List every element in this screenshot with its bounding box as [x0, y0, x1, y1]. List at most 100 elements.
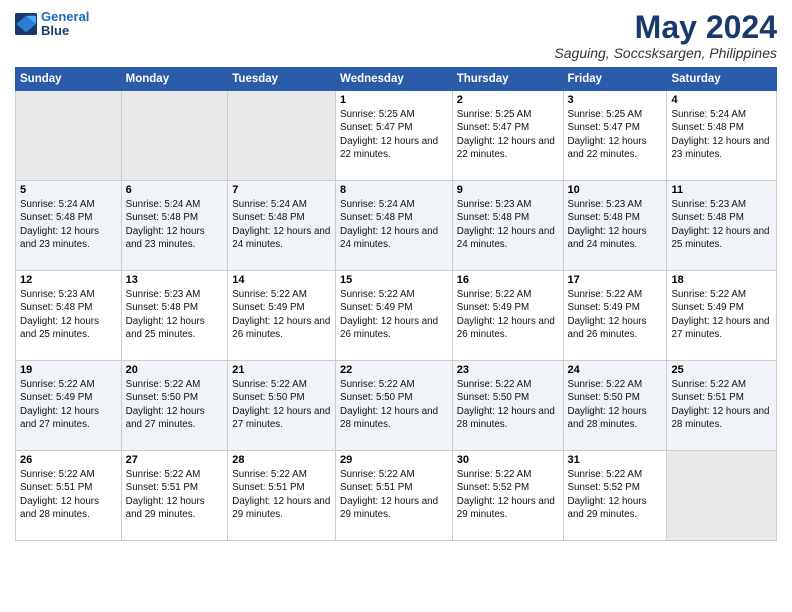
- day-info: Sunrise: 5:23 AMSunset: 5:48 PMDaylight:…: [671, 198, 772, 251]
- day-info: Sunrise: 5:24 AMSunset: 5:48 PMDaylight:…: [671, 108, 772, 161]
- column-header-friday: Friday: [563, 68, 667, 91]
- logo-text: General Blue: [41, 10, 89, 39]
- calendar-cell: 17Sunrise: 5:22 AMSunset: 5:49 PMDayligh…: [563, 271, 667, 361]
- day-number: 18: [671, 274, 772, 286]
- day-number: 30: [457, 454, 559, 466]
- calendar-cell: 21 Sunrise: 5:22 AMSunset: 5:50 PMDayligh…: [228, 361, 336, 451]
- calendar-week-row: 12 Sunrise: 5:23 AMSunset: 5:48 PMDayligh…: [16, 271, 777, 361]
- day-info: Sunrise: 5:22 AMSunset: 5:51 PMDaylight:…: [126, 468, 224, 521]
- day-number: 25: [671, 364, 772, 376]
- calendar-cell: 8 Sunrise: 5:24 AMSunset: 5:48 PMDaylight…: [336, 181, 453, 271]
- calendar-cell: 23 Sunrise: 5:22 AMSunset: 5:50 PMDayligh…: [452, 361, 563, 451]
- day-number: 26: [20, 454, 117, 466]
- calendar-cell: 28 Sunrise: 5:22 AMSunset: 5:51 PMDayligh…: [228, 451, 336, 541]
- day-number: 16: [457, 274, 559, 286]
- day-number: 28: [232, 454, 331, 466]
- logo-icon: [15, 13, 37, 35]
- calendar-cell: 30 Sunrise: 5:22 AMSunset: 5:52 PMDayligh…: [452, 451, 563, 541]
- page: General Blue May 2024 Saguing, Soccsksar…: [0, 0, 792, 551]
- day-number: 21: [232, 364, 331, 376]
- calendar-cell: 18 Sunrise: 5:22 AMSunset: 5:49 PMDayligh…: [667, 271, 777, 361]
- calendar-cell: 22Sunrise: 5:22 AMSunset: 5:50 PMDayligh…: [336, 361, 453, 451]
- calendar-cell: 1Sunrise: 5:25 AMSunset: 5:47 PMDaylight…: [336, 91, 453, 181]
- day-info: Sunrise: 5:24 AMSunset: 5:48 PMDaylight:…: [340, 198, 448, 251]
- day-info: Sunrise: 5:22 AMSunset: 5:49 PMDaylight:…: [340, 288, 448, 341]
- day-number: 13: [126, 274, 224, 286]
- day-info: Sunrise: 5:22 AMSunset: 5:51 PMDaylight:…: [671, 378, 772, 431]
- subtitle: Saguing, Soccsksargen, Philippines: [554, 45, 777, 61]
- column-header-tuesday: Tuesday: [228, 68, 336, 91]
- calendar-cell: 15 Sunrise: 5:22 AMSunset: 5:49 PMDayligh…: [336, 271, 453, 361]
- day-info: Sunrise: 5:25 AMSunset: 5:47 PMDaylight:…: [568, 108, 663, 161]
- day-number: 23: [457, 364, 559, 376]
- calendar-week-row: 1Sunrise: 5:25 AMSunset: 5:47 PMDaylight…: [16, 91, 777, 181]
- calendar-cell: 16 Sunrise: 5:22 AMSunset: 5:49 PMDayligh…: [452, 271, 563, 361]
- calendar-cell: 6 Sunrise: 5:24 AMSunset: 5:48 PMDaylight…: [121, 181, 228, 271]
- day-number: 17: [568, 274, 663, 286]
- day-info: Sunrise: 5:22 AMSunset: 5:50 PMDaylight:…: [457, 378, 559, 431]
- day-info: Sunrise: 5:22 AMSunset: 5:50 PMDaylight:…: [126, 378, 224, 431]
- day-number: 3: [568, 94, 663, 106]
- day-info: Sunrise: 5:25 AMSunset: 5:47 PMDaylight:…: [340, 108, 448, 161]
- column-header-saturday: Saturday: [667, 68, 777, 91]
- day-info: Sunrise: 5:22 AMSunset: 5:50 PMDaylight:…: [232, 378, 331, 431]
- calendar-week-row: 5 Sunrise: 5:24 AMSunset: 5:48 PMDaylight…: [16, 181, 777, 271]
- calendar-cell: 26Sunrise: 5:22 AMSunset: 5:51 PMDayligh…: [16, 451, 122, 541]
- day-number: 15: [340, 274, 448, 286]
- day-info: Sunrise: 5:23 AMSunset: 5:48 PMDaylight:…: [20, 288, 117, 341]
- day-number: 24: [568, 364, 663, 376]
- calendar-cell: 19Sunrise: 5:22 AMSunset: 5:49 PMDayligh…: [16, 361, 122, 451]
- column-header-sunday: Sunday: [16, 68, 122, 91]
- title-block: May 2024 Saguing, Soccsksargen, Philippi…: [554, 10, 777, 61]
- calendar-cell: 12 Sunrise: 5:23 AMSunset: 5:48 PMDayligh…: [16, 271, 122, 361]
- main-title: May 2024: [554, 10, 777, 45]
- day-info: Sunrise: 5:24 AMSunset: 5:48 PMDaylight:…: [20, 198, 117, 251]
- calendar-cell: 4 Sunrise: 5:24 AMSunset: 5:48 PMDaylight…: [667, 91, 777, 181]
- calendar-cell: 11 Sunrise: 5:23 AMSunset: 5:48 PMDayligh…: [667, 181, 777, 271]
- day-info: Sunrise: 5:22 AMSunset: 5:52 PMDaylight:…: [457, 468, 559, 521]
- table-header-row: SundayMondayTuesdayWednesdayThursdayFrid…: [16, 68, 777, 91]
- day-info: Sunrise: 5:23 AMSunset: 5:48 PMDaylight:…: [457, 198, 559, 251]
- calendar-cell: 14Sunrise: 5:22 AMSunset: 5:49 PMDayligh…: [228, 271, 336, 361]
- day-number: 7: [232, 184, 331, 196]
- day-number: 11: [671, 184, 772, 196]
- logo-line1: General: [41, 9, 89, 24]
- day-number: 12: [20, 274, 117, 286]
- calendar-cell: [667, 451, 777, 541]
- day-info: Sunrise: 5:22 AMSunset: 5:51 PMDaylight:…: [232, 468, 331, 521]
- day-number: 27: [126, 454, 224, 466]
- column-header-monday: Monday: [121, 68, 228, 91]
- day-number: 10: [568, 184, 663, 196]
- day-info: Sunrise: 5:22 AMSunset: 5:52 PMDaylight:…: [568, 468, 663, 521]
- day-info: Sunrise: 5:22 AMSunset: 5:50 PMDaylight:…: [340, 378, 448, 431]
- calendar-cell: 24Sunrise: 5:22 AMSunset: 5:50 PMDayligh…: [563, 361, 667, 451]
- day-number: 31: [568, 454, 663, 466]
- day-number: 29: [340, 454, 448, 466]
- day-number: 6: [126, 184, 224, 196]
- calendar-cell: 25 Sunrise: 5:22 AMSunset: 5:51 PMDayligh…: [667, 361, 777, 451]
- calendar-week-row: 19Sunrise: 5:22 AMSunset: 5:49 PMDayligh…: [16, 361, 777, 451]
- calendar-cell: [121, 91, 228, 181]
- day-info: Sunrise: 5:22 AMSunset: 5:49 PMDaylight:…: [20, 378, 117, 431]
- calendar-week-row: 26 Sunrise: 5:22 AMSunset: 5:51 PMDayligh…: [16, 451, 777, 541]
- day-info: Sunrise: 5:22 AMSunset: 5:49 PMDaylight:…: [457, 288, 559, 341]
- calendar-table: SundayMondayTuesdayWednesdayThursdayFrid…: [15, 67, 777, 541]
- day-info: Sunrise: 5:25 AMSunset: 5:47 PMDaylight:…: [457, 108, 559, 161]
- calendar-cell: 29Sunrise: 5:22 AMSunset: 5:51 PMDayligh…: [336, 451, 453, 541]
- logo: General Blue: [15, 10, 89, 39]
- calendar-cell: [228, 91, 336, 181]
- day-number: 8: [340, 184, 448, 196]
- calendar-cell: 2 Sunrise: 5:25 AMSunset: 5:47 PMDaylight…: [452, 91, 563, 181]
- day-number: 5: [20, 184, 117, 196]
- calendar-cell: 20Sunrise: 5:22 AMSunset: 5:50 PMDayligh…: [121, 361, 228, 451]
- column-header-thursday: Thursday: [452, 68, 563, 91]
- day-info: Sunrise: 5:24 AMSunset: 5:48 PMDaylight:…: [126, 198, 224, 251]
- day-number: 2: [457, 94, 559, 106]
- day-number: 4: [671, 94, 772, 106]
- day-info: Sunrise: 5:23 AMSunset: 5:48 PMDaylight:…: [568, 198, 663, 251]
- day-info: Sunrise: 5:22 AMSunset: 5:49 PMDaylight:…: [671, 288, 772, 341]
- logo-line2: Blue: [41, 24, 89, 38]
- day-number: 14: [232, 274, 331, 286]
- calendar-cell: 27 Sunrise: 5:22 AMSunset: 5:51 PMDayligh…: [121, 451, 228, 541]
- calendar-cell: 7Sunrise: 5:24 AMSunset: 5:48 PMDaylight…: [228, 181, 336, 271]
